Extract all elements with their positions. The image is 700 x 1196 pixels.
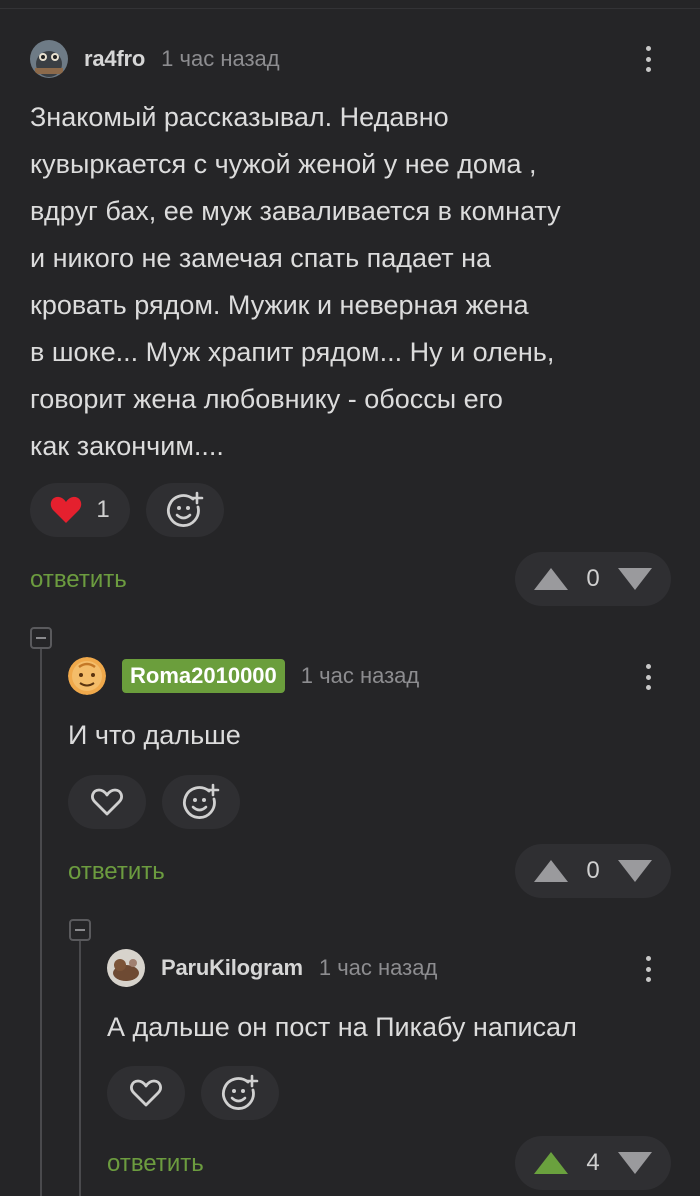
collapse-icon[interactable] <box>69 919 91 941</box>
add-reaction-button[interactable] <box>146 483 224 537</box>
comment-text: И что дальше <box>68 720 241 750</box>
avatar[interactable] <box>68 657 106 695</box>
comment-text-line: говорит жена любовнику - обоссы его <box>30 384 503 414</box>
vote-widget: 4 <box>515 1136 671 1190</box>
add-reaction-icon <box>222 1074 259 1110</box>
thread-line <box>40 640 42 1196</box>
comment-header: ra4fro 1 час назад <box>30 40 280 78</box>
comment-text: А дальше он пост на Пикабу написал <box>107 1012 577 1042</box>
heart-icon <box>91 788 123 816</box>
heart-icon <box>130 1079 162 1107</box>
author-name[interactable]: ParuKilogram <box>161 955 303 981</box>
like-count: 1 <box>96 496 110 523</box>
comment-text-line: Знакомый рассказывал. Недавно <box>30 102 449 132</box>
vote-widget: 0 <box>515 552 671 606</box>
like-button[interactable] <box>107 1066 185 1120</box>
avatar[interactable] <box>30 40 68 78</box>
add-reaction-button[interactable] <box>162 775 240 829</box>
comment-text-line: кувыркается с чужой женой у нее дома , <box>30 149 537 179</box>
add-reaction-button[interactable] <box>201 1066 279 1120</box>
comment-time: 1 час назад <box>300 663 420 688</box>
comment-text-line: в шоке... Муж храпит рядом... Ну и олень… <box>30 337 555 367</box>
comment-time: 1 час назад <box>161 46 280 71</box>
reply-button[interactable]: ответить <box>107 1150 204 1178</box>
kebab-menu-icon[interactable] <box>643 952 653 986</box>
reply-button[interactable]: ответить <box>68 858 165 886</box>
kebab-menu-icon[interactable] <box>643 660 653 694</box>
author-name-badge[interactable]: Roma2010000 <box>122 659 285 693</box>
add-reaction-icon <box>183 783 220 819</box>
comment-text-line: кровать рядом. Мужик и неверная жена <box>30 290 529 320</box>
downvote-icon[interactable] <box>617 859 653 883</box>
reply-button[interactable]: ответить <box>30 566 127 594</box>
comment-text: Знакомый рассказывал. Недавно кувыркаетс… <box>30 94 680 470</box>
heart-icon <box>51 496 82 523</box>
author-name[interactable]: ra4fro <box>84 46 145 72</box>
comment-text-line: как закончим.... <box>30 431 224 461</box>
thread-line <box>79 932 81 1196</box>
downvote-icon[interactable] <box>617 567 653 591</box>
downvote-icon[interactable] <box>617 1151 653 1175</box>
kebab-menu-icon[interactable] <box>643 42 653 76</box>
comment-header: Roma2010000 1 час назад <box>68 657 419 695</box>
comment-text-line: и никого не замечая спать падает на <box>30 243 491 273</box>
comment-header: ParuKilogram 1 час назад <box>107 949 437 987</box>
top-divider <box>0 8 700 9</box>
comment-text-line: вдруг бах, ее муж заваливается в комнату <box>30 196 561 226</box>
like-button[interactable]: 1 <box>30 483 130 537</box>
collapse-icon[interactable] <box>30 627 52 649</box>
avatar[interactable] <box>107 949 145 987</box>
comment-time: 1 час назад <box>318 955 438 980</box>
vote-widget: 0 <box>515 844 671 898</box>
add-reaction-icon <box>167 491 204 527</box>
like-button[interactable] <box>68 775 146 829</box>
